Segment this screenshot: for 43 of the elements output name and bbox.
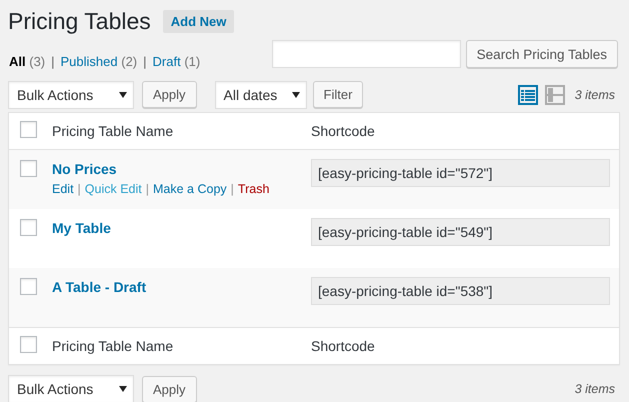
shortcode-field[interactable]: [easy-pricing-table id="572"]	[311, 159, 610, 187]
table-name-link[interactable]: My Table	[52, 220, 312, 236]
row-checkbox[interactable]	[20, 278, 37, 295]
caret-icon	[119, 90, 127, 98]
page-title: Pricing Tables	[8, 8, 151, 34]
filter-button[interactable]: Filter	[312, 81, 364, 108]
row-action-link[interactable]: Trash	[238, 182, 270, 196]
separator: |	[230, 182, 234, 196]
column-header: Shortcode	[311, 123, 376, 139]
table-name-link[interactable]: A Table - Draft	[52, 279, 312, 295]
caret-icon	[119, 385, 127, 393]
row-action-link[interactable]: Edit	[52, 182, 74, 196]
separator: |	[146, 182, 150, 196]
row-action-link[interactable]: Make a Copy	[153, 182, 227, 196]
select-field[interactable]: All dates	[214, 80, 307, 108]
item-count: 3 items	[574, 382, 615, 396]
caret-icon	[292, 90, 300, 98]
column-header: Shortcode	[311, 338, 376, 354]
search-button[interactable]: Search Pricing Tables	[466, 40, 618, 68]
list-view-icon[interactable]	[518, 84, 538, 104]
column-header: Pricing Table Name	[52, 338, 174, 354]
separator: |	[51, 54, 55, 69]
apply-button[interactable]: Apply	[142, 81, 197, 108]
status-filter-link[interactable]: Published (2)	[60, 54, 138, 69]
shortcode-field[interactable]: [easy-pricing-table id="538"]	[311, 277, 610, 305]
excerpt-view-icon[interactable]	[544, 84, 565, 104]
select-field[interactable]: Bulk Actions	[8, 375, 134, 402]
select-field[interactable]: Bulk Actions	[8, 80, 134, 108]
column-header: Pricing Table Name	[52, 123, 174, 139]
separator: |	[78, 182, 81, 196]
row-checkbox[interactable]	[20, 219, 37, 236]
row-checkbox[interactable]	[20, 160, 37, 177]
shortcode-field[interactable]: [easy-pricing-table id="549"]	[311, 218, 610, 246]
status-filter-link[interactable]: All (3)	[9, 54, 46, 69]
search-field[interactable]	[272, 40, 461, 68]
status-filter-link[interactable]: Draft (1)	[152, 54, 200, 69]
select-all-checkbox[interactable]	[20, 336, 37, 353]
select-all-checkbox[interactable]	[20, 121, 37, 138]
separator: |	[143, 54, 147, 69]
item-count: 3 items	[574, 88, 615, 102]
add-new-button[interactable]: Add New	[162, 10, 234, 32]
table-name-link[interactable]: No Prices	[52, 161, 312, 177]
apply-button[interactable]: Apply	[142, 376, 197, 402]
